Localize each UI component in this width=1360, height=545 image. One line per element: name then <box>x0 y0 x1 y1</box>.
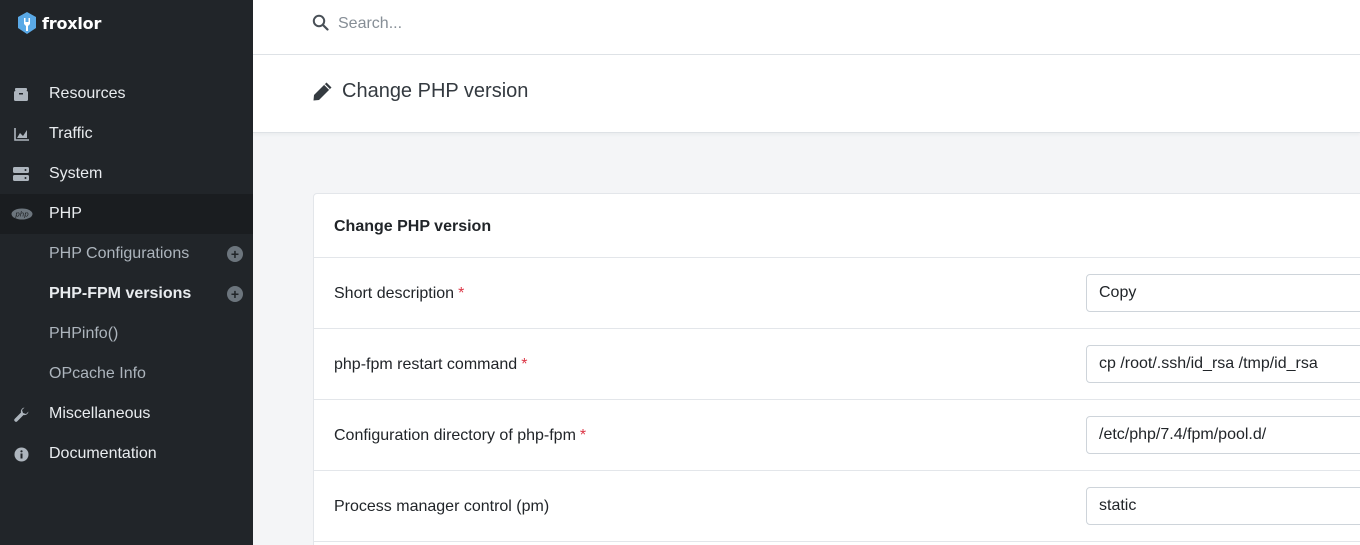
form-row-restart-command: php-fpm restart command * <box>314 329 1360 400</box>
card-header: Change PHP version <box>314 194 1360 258</box>
search-icon <box>312 14 329 36</box>
card-title: Change PHP version <box>334 218 492 235</box>
sidebar-subitem-php-configurations[interactable]: PHP Configurations + <box>0 234 253 274</box>
sidebar-item-label: Miscellaneous <box>49 405 151 422</box>
restart-command-input[interactable] <box>1086 345 1360 383</box>
page-header: Change PHP version <box>253 55 1360 133</box>
process-manager-select[interactable] <box>1086 487 1360 525</box>
field-label: php-fpm restart command * <box>334 356 528 373</box>
field-label: Process manager control (pm) <box>334 498 550 515</box>
pencil-icon <box>312 81 333 107</box>
sidebar-item-system[interactable]: System <box>0 154 253 194</box>
info-circle-icon <box>12 446 30 462</box>
required-marker: * <box>458 285 465 302</box>
sidebar-item-label: Documentation <box>49 445 157 462</box>
sidebar-subitem-php-fpm-versions[interactable]: PHP-FPM versions + <box>0 274 253 314</box>
sidebar-item-label: System <box>49 165 103 182</box>
area-chart-icon <box>12 126 30 142</box>
add-icon[interactable]: + <box>227 286 243 302</box>
sidebar-subitem-label: PHP Configurations <box>49 245 190 262</box>
required-marker: * <box>521 356 528 373</box>
brand-logo[interactable]: froxlor <box>16 11 101 35</box>
php-icon: php <box>11 206 33 222</box>
sidebar-item-resources[interactable]: Resources <box>0 74 253 114</box>
form-row-process-manager: Process manager control (pm) <box>314 471 1360 542</box>
form-row-config-directory: Configuration directory of php-fpm * <box>314 400 1360 471</box>
wrench-icon <box>12 406 30 422</box>
sidebar-item-php[interactable]: php PHP <box>0 194 253 234</box>
sidebar-item-label: Resources <box>49 85 126 102</box>
field-label: Configuration directory of php-fpm * <box>334 427 587 444</box>
sidebar-subitem-label: PHP-FPM versions <box>49 285 192 302</box>
field-label: Short description * <box>334 285 465 302</box>
sidebar-item-documentation[interactable]: Documentation <box>0 434 253 474</box>
froxlor-logo-icon <box>18 12 36 34</box>
search-input[interactable] <box>338 12 938 36</box>
svg-text:php: php <box>14 211 29 219</box>
box-icon <box>12 86 30 102</box>
required-marker: * <box>579 427 587 444</box>
form-row-short-description: Short description * <box>314 258 1360 329</box>
sidebar-item-traffic[interactable]: Traffic <box>0 114 253 154</box>
sidebar-subitem-label: PHPinfo() <box>49 325 119 342</box>
sidebar-subitem-phpinfo[interactable]: PHPinfo() <box>0 314 253 354</box>
sidebar: froxlor Resources Traffic System php PHP… <box>0 0 253 545</box>
sidebar-item-label: PHP <box>49 205 82 222</box>
sidebar-subitem-label: OPcache Info <box>49 365 146 382</box>
brand-name: froxlor <box>42 13 102 33</box>
sidebar-item-label: Traffic <box>49 125 93 142</box>
top-bar <box>253 0 1360 55</box>
short-description-input[interactable] <box>1086 274 1360 312</box>
sidebar-subitem-opcache-info[interactable]: OPcache Info <box>0 354 253 394</box>
form-card: Change PHP version Short description* ph… <box>313 193 1360 545</box>
sidebar-item-miscellaneous[interactable]: Miscellaneous <box>0 394 253 434</box>
page-title: Change PHP version <box>342 80 529 102</box>
add-icon[interactable]: + <box>227 246 243 262</box>
config-directory-input[interactable] <box>1086 416 1360 454</box>
server-icon <box>12 166 30 182</box>
